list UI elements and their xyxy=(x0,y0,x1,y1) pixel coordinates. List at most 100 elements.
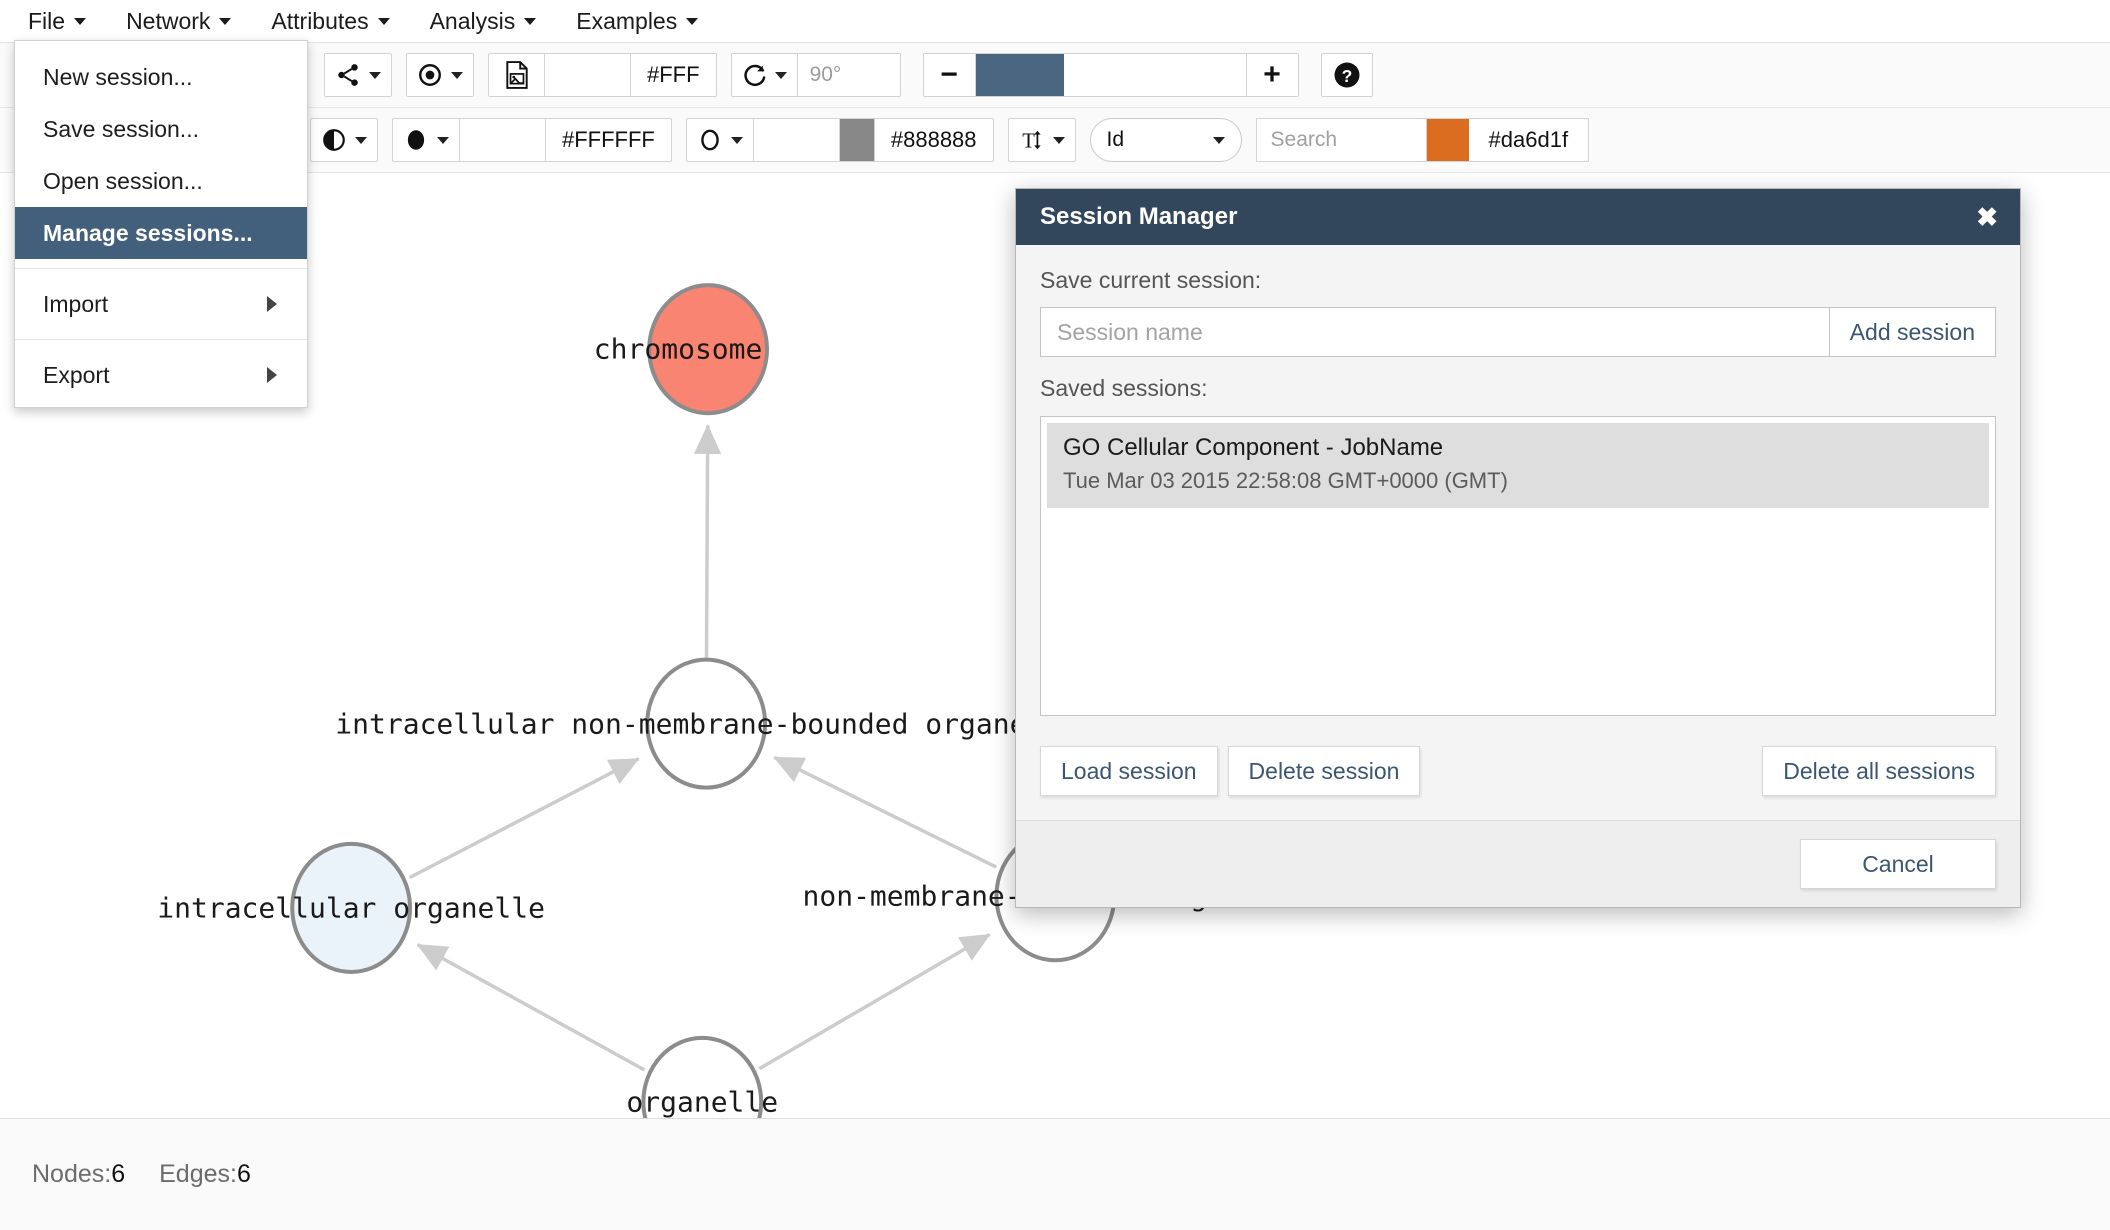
zoom-slider-track[interactable] xyxy=(975,54,1246,96)
target-icon[interactable] xyxy=(407,54,473,96)
application-window: File Network Attributes Analysis Example… xyxy=(0,0,2110,1230)
image-file-icon[interactable] xyxy=(489,54,545,96)
background-color-swatch[interactable] xyxy=(545,54,631,96)
rotate-cw-icon[interactable] xyxy=(732,54,798,96)
cancel-button[interactable]: Cancel xyxy=(1800,839,1996,889)
node-fill-group[interactable]: #FFFFFF xyxy=(392,118,672,162)
saved-sessions-list[interactable]: GO Cellular Component - JobName Tue Mar … xyxy=(1040,416,1996,716)
chevron-down-icon xyxy=(219,17,232,25)
text-height-icon[interactable]: T xyxy=(1009,119,1075,161)
session-name-input[interactable]: Session name xyxy=(1040,307,1830,357)
help-button[interactable]: ? xyxy=(1320,53,1373,97)
menu-item-open-session-label: Open session... xyxy=(43,167,203,194)
target-glyph xyxy=(419,64,441,86)
search-input[interactable]: Search xyxy=(1255,118,1426,162)
zoom-in-button[interactable]: + xyxy=(1245,54,1298,96)
dialog-actions: Load session Delete session Delete all s… xyxy=(1016,722,2020,820)
nodes-count-status: Nodes:6 xyxy=(32,1160,125,1189)
save-current-session-label: Save current session: xyxy=(1040,267,1262,293)
open-circle-icon[interactable] xyxy=(687,119,754,161)
search-placeholder-text: Search xyxy=(1270,128,1338,151)
menu-item-export[interactable]: Export xyxy=(15,349,307,401)
add-session-button[interactable]: Add session xyxy=(1828,307,1996,357)
background-color-group[interactable]: #FFF xyxy=(488,53,717,97)
attribute-select[interactable]: Id xyxy=(1089,118,1242,162)
load-session-button[interactable]: Load session xyxy=(1040,746,1218,796)
file-dropdown-menu[interactable]: New session... Save session... Open sess… xyxy=(14,40,308,408)
chevron-right-icon xyxy=(267,367,277,383)
node-border-group[interactable]: #888888 xyxy=(685,118,994,162)
menu-item-import[interactable]: Import xyxy=(15,278,307,330)
status-bar: Nodes:6 Edges: 6 xyxy=(0,1118,2110,1230)
node-border-blank[interactable] xyxy=(754,119,840,161)
accent-color-swatch[interactable] xyxy=(1426,119,1469,161)
chevron-down-icon xyxy=(686,17,699,25)
share-nodes-icon[interactable] xyxy=(325,54,391,96)
zoom-slider-group[interactable]: − + xyxy=(922,53,1299,97)
node-fill-swatch[interactable] xyxy=(460,119,546,161)
help-circle-icon: ? xyxy=(1334,62,1360,88)
menu-item-open-session[interactable]: Open session... xyxy=(15,155,307,207)
graph-edge xyxy=(693,424,722,658)
menu-analysis-label: Analysis xyxy=(429,7,516,34)
accent-color-value[interactable]: #da6d1f xyxy=(1469,127,1589,153)
opacity-dropdown[interactable] xyxy=(310,118,378,162)
node-border-value[interactable]: #888888 xyxy=(875,119,993,161)
open-circle-glyph xyxy=(701,129,719,151)
graph-edge xyxy=(408,757,640,880)
session-name-placeholder: Session name xyxy=(1057,318,1203,345)
chevron-down-icon xyxy=(451,71,463,79)
toolbar-row-1: #FFF 90° − + ? xyxy=(0,43,2110,108)
menu-item-manage-sessions[interactable]: Manage sessions... xyxy=(15,207,307,259)
nodes-count: 6 xyxy=(111,1160,126,1188)
graph-node-label: chromosome xyxy=(593,332,763,366)
node-fill-value[interactable]: #FFFFFF xyxy=(546,119,671,161)
zoom-out-button[interactable]: − xyxy=(924,54,976,96)
list-item[interactable]: GO Cellular Component - JobName Tue Mar … xyxy=(1047,423,1989,508)
menu-item-manage-sessions-label: Manage sessions... xyxy=(43,219,253,246)
chevron-down-icon xyxy=(730,136,743,144)
graph-edge xyxy=(758,933,991,1071)
graph-edge xyxy=(416,943,646,1072)
half-circle-icon[interactable] xyxy=(311,119,377,161)
dialog-title: Session Manager xyxy=(1040,203,1238,230)
filled-circle-icon[interactable] xyxy=(393,119,460,161)
menu-bar: File Network Attributes Analysis Example… xyxy=(0,0,2110,43)
menu-item-save-session[interactable]: Save session... xyxy=(15,103,307,155)
menu-attributes-label: Attributes xyxy=(271,7,369,34)
menu-analysis[interactable]: Analysis xyxy=(410,0,557,43)
menu-network[interactable]: Network xyxy=(106,0,251,43)
rotate-angle-value[interactable]: 90° xyxy=(798,54,900,96)
rotate-cw-glyph xyxy=(743,64,765,86)
menu-attributes[interactable]: Attributes xyxy=(251,0,409,43)
accent-color-group[interactable]: #da6d1f xyxy=(1425,118,1590,162)
chevron-down-icon xyxy=(774,71,787,79)
chevron-right-icon xyxy=(267,296,277,312)
delete-all-sessions-button[interactable]: Delete all sessions xyxy=(1762,746,1996,796)
graph-nodes[interactable] xyxy=(290,283,1117,1118)
delete-session-button[interactable]: Delete session xyxy=(1227,746,1421,796)
menu-file-label: File xyxy=(28,7,66,34)
image-file-glyph xyxy=(505,61,528,89)
close-icon[interactable]: ✖ xyxy=(1976,204,1998,230)
menu-file[interactable]: File xyxy=(0,0,106,43)
menu-examples[interactable]: Examples xyxy=(556,0,718,43)
background-color-value[interactable]: #FFF xyxy=(631,54,716,96)
menu-item-export-label: Export xyxy=(43,361,110,388)
session-item-date: Tue Mar 03 2015 22:58:08 GMT+0000 (GMT) xyxy=(1063,468,1508,493)
rotate-group[interactable]: 90° xyxy=(730,53,901,97)
half-circle-glyph xyxy=(323,129,345,151)
text-size-dropdown[interactable]: T xyxy=(1007,118,1076,162)
graph-node-label: intracellular non-membrane-bounded organ… xyxy=(335,707,1078,741)
svg-text:?: ? xyxy=(1341,66,1352,86)
node-style-dropdown[interactable] xyxy=(406,53,474,97)
layout-dropdown[interactable] xyxy=(324,53,392,97)
session-manager-dialog[interactable]: Session Manager ✖ Save current session: … xyxy=(1015,188,2021,908)
node-border-swatch-cell[interactable] xyxy=(839,119,875,161)
menu-item-new-session[interactable]: New session... xyxy=(15,51,307,103)
node-border-swatch[interactable] xyxy=(839,119,874,161)
chevron-down-icon xyxy=(524,17,537,25)
zoom-slider-fill[interactable] xyxy=(975,54,1064,96)
chevron-down-icon xyxy=(355,136,367,144)
edges-label: Edges: xyxy=(159,1160,237,1188)
